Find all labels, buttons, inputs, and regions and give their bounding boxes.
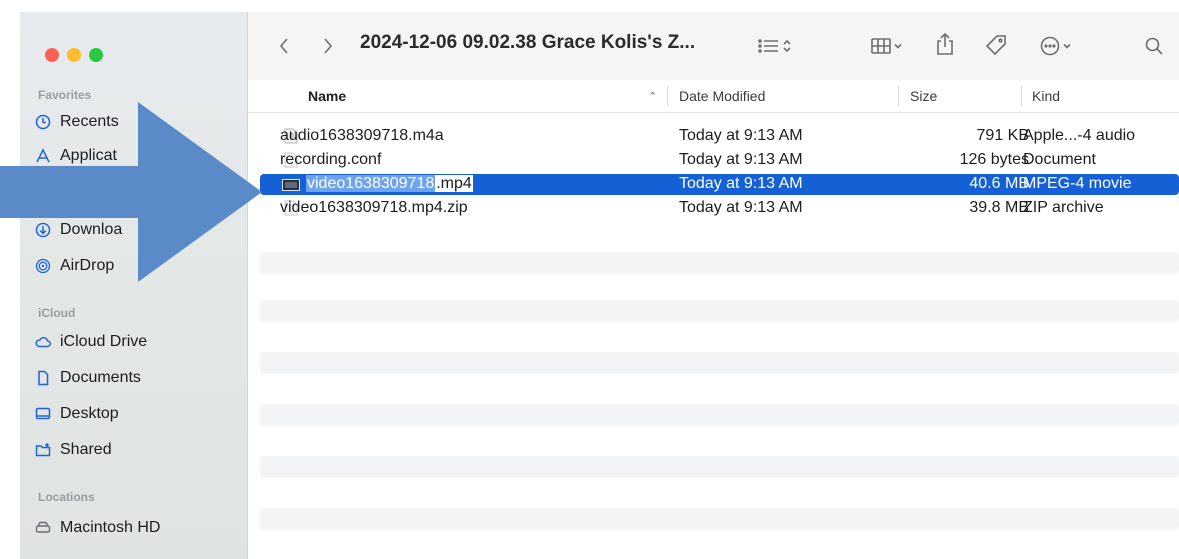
sidebar-section-icloud: iCloud (38, 306, 76, 320)
list-view-icon (758, 39, 778, 53)
sidebar-item-macintosh-hd[interactable]: Macintosh HD (34, 514, 160, 542)
close-button[interactable] (45, 48, 59, 62)
file-name: video1638309718.mp4.zip (280, 199, 468, 216)
forward-button[interactable] (318, 34, 338, 58)
list-view-button[interactable] (746, 34, 804, 58)
empty-row-stripe (260, 300, 1179, 322)
sort-chevron-up-icon: ⌃ (648, 91, 658, 103)
file-kind: MPEG-4 movie (1023, 175, 1132, 192)
sidebar-item-label: Shared (60, 441, 112, 458)
column-size[interactable]: Size (910, 88, 937, 104)
file-name: audio1638309718.m4a (280, 127, 444, 144)
column-kind[interactable]: Kind (1032, 88, 1060, 104)
share-icon (937, 32, 953, 55)
file-kind: ZIP archive (1023, 199, 1104, 216)
file-size: 40.6 MB (969, 175, 1029, 192)
file-size: 126 bytes (959, 151, 1029, 168)
cloud-icon (34, 333, 52, 351)
file-size: 39.8 MB (969, 199, 1029, 216)
column-separator (898, 86, 899, 106)
file-name-selected-text: video1638309718 (306, 175, 436, 192)
file-date: Today at 9:13 AM (679, 199, 803, 216)
column-header: Name ⌃ Date Modified Size Kind (248, 80, 1179, 113)
sidebar-item-label: iCloud Drive (60, 333, 148, 350)
file-name-rename-field[interactable]: video1638309718 .mp4 (306, 175, 473, 193)
more-actions-button[interactable] (1032, 34, 1080, 58)
chevron-right-icon (324, 38, 333, 54)
empty-row-stripe (260, 508, 1179, 530)
sidebar-item-shared[interactable]: Shared (34, 436, 112, 464)
file-date: Today at 9:13 AM (679, 175, 803, 192)
table-row-selected[interactable]: video1638309718 .mp4 Today at 9:13 AM 40.… (260, 174, 1179, 195)
table-row[interactable]: recording.conf Today at 9:13 AM 126 byte… (260, 150, 1179, 171)
up-down-chevron-icon (783, 39, 791, 53)
tag-icon (985, 35, 1006, 56)
grid-group-icon (871, 38, 891, 54)
column-date-modified[interactable]: Date Modified (679, 88, 765, 104)
chevron-left-icon (279, 38, 288, 54)
file-date: Today at 9:13 AM (679, 127, 803, 144)
annotation-arrow (0, 102, 262, 282)
empty-row-stripe (260, 352, 1179, 374)
document-icon (34, 369, 52, 387)
desktop-icon (34, 405, 52, 423)
file-kind: Document (1023, 151, 1096, 168)
sidebar-item-documents[interactable]: Documents (34, 364, 141, 392)
window-title: 2024-12-06 09.02.38 Grace Kolis's Z... (360, 32, 696, 53)
minimize-button[interactable] (67, 48, 81, 62)
sidebar-section-locations: Locations (38, 490, 95, 504)
table-row[interactable]: audio1638309718.m4a Today at 9:13 AM 791… (260, 126, 1179, 147)
file-kind: Apple...-4 audio (1023, 127, 1136, 144)
sidebar-item-label: Desktop (60, 405, 119, 422)
sidebar-item-icloud-drive[interactable]: iCloud Drive (34, 328, 147, 356)
empty-row-stripe (260, 456, 1179, 478)
toolbar: 2024-12-06 09.02.38 Grace Kolis's Z... (248, 12, 1179, 80)
zoom-button[interactable] (89, 48, 103, 62)
chevron-down-icon (1063, 43, 1071, 49)
tag-button[interactable] (982, 32, 1010, 58)
shared-folder-icon (34, 441, 52, 459)
video-file-icon (282, 179, 300, 191)
sidebar-section-favorites: Favorites (38, 88, 92, 102)
sidebar: Favorites Recents Applicat Downloa AirDr… (20, 12, 248, 559)
back-button[interactable] (274, 34, 294, 58)
search-button[interactable] (1142, 34, 1166, 58)
file-name-extension: .mp4 (435, 175, 473, 192)
chevron-down-icon (894, 43, 902, 49)
window-controls (45, 48, 103, 62)
file-name: recording.conf (280, 151, 382, 168)
search-icon (1145, 37, 1163, 55)
empty-row-stripe (260, 404, 1179, 426)
file-date: Today at 9:13 AM (679, 151, 803, 168)
ellipsis-circle-icon (1040, 36, 1060, 56)
disk-icon (34, 519, 52, 537)
column-name[interactable]: Name (308, 88, 346, 104)
group-button[interactable] (862, 34, 912, 58)
column-separator (667, 86, 668, 106)
column-separator (1021, 86, 1022, 106)
sidebar-item-label: Documents (60, 369, 141, 386)
table-row[interactable]: video1638309718.mp4.zip Today at 9:13 AM… (260, 198, 1179, 219)
sidebar-item-desktop[interactable]: Desktop (34, 400, 119, 428)
share-button[interactable] (932, 30, 958, 58)
sidebar-item-label: Macintosh HD (60, 519, 161, 536)
empty-row-stripe (260, 252, 1179, 274)
file-size: 791 KB (976, 127, 1029, 144)
